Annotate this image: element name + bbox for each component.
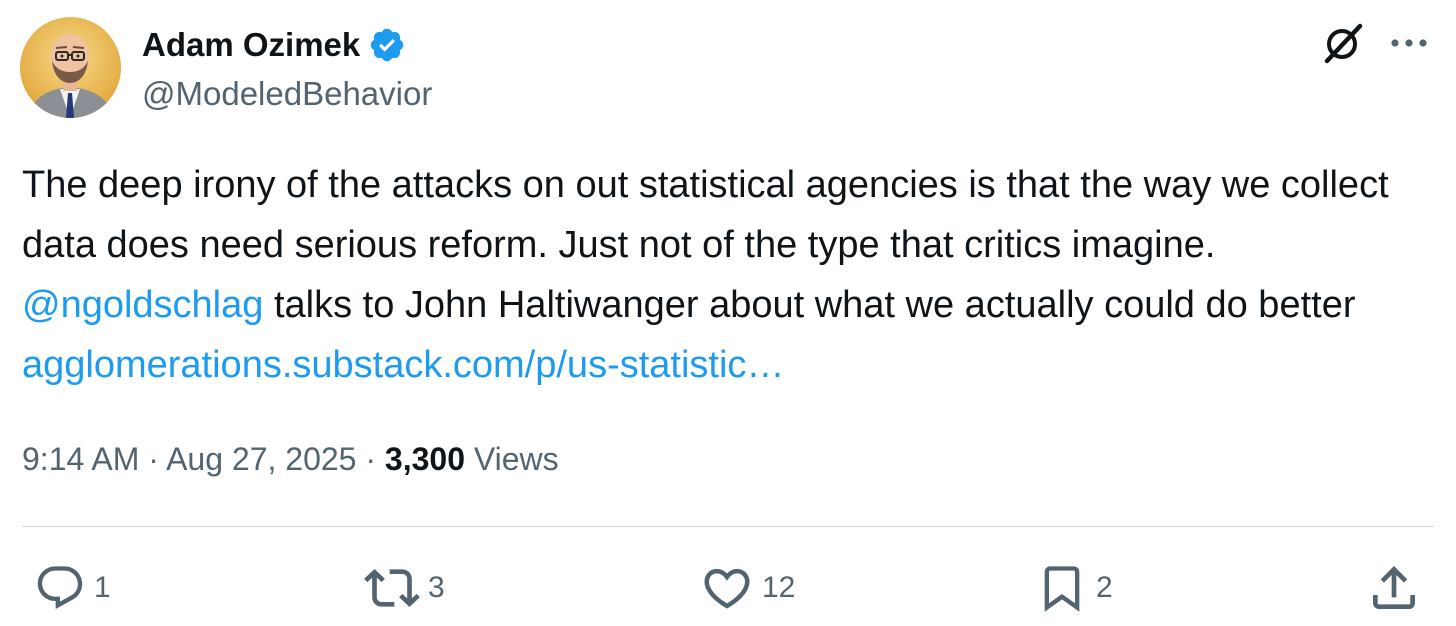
tweet-text-part1: The deep irony of the attacks on out sta… — [22, 164, 1389, 266]
tweet-card: Adam Ozimek @ModeledBehavior The deep ir… — [0, 0, 1456, 626]
bookmark-button[interactable]: 2 — [1036, 556, 1113, 620]
article-link[interactable]: agglomerations.substack.com/p/us-statist… — [22, 344, 784, 386]
author-display-name[interactable]: Adam Ozimek — [142, 20, 360, 70]
tweet-text-part2: talks to John Haltiwanger about what we … — [263, 284, 1356, 326]
reply-count: 1 — [94, 571, 111, 604]
tweet-text: The deep irony of the attacks on out sta… — [22, 155, 1437, 395]
divider — [22, 526, 1434, 527]
mention-link[interactable]: @ngoldschlag — [22, 284, 263, 326]
retweet-count: 3 — [428, 571, 445, 604]
views-count: 3,300 — [384, 441, 465, 477]
tweet-time[interactable]: 9:14 AM — [22, 441, 139, 477]
author-name-row: Adam Ozimek — [142, 20, 406, 70]
action-bar: 1 3 12 2 — [0, 556, 1456, 620]
like-count: 12 — [762, 571, 796, 604]
tweet-date[interactable]: Aug 27, 2025 — [166, 441, 356, 477]
tweet-meta: 9:14 AM · Aug 27, 2025 · 3,300 Views — [22, 433, 559, 485]
author-handle[interactable]: @ModeledBehavior — [142, 70, 432, 118]
grok-icon[interactable] — [1318, 18, 1368, 68]
retweet-icon — [364, 569, 420, 607]
bookmark-icon — [1044, 566, 1080, 612]
like-button[interactable]: 12 — [700, 556, 795, 620]
heart-icon — [704, 568, 750, 609]
views-label: Views — [464, 441, 559, 477]
retweet-button[interactable]: 3 — [364, 556, 445, 620]
share-icon — [1373, 566, 1415, 609]
share-button[interactable] — [1366, 556, 1422, 620]
meta-separator: · — [356, 441, 385, 477]
avatar[interactable] — [20, 17, 121, 118]
bookmark-count: 2 — [1096, 571, 1113, 604]
reply-icon — [37, 566, 83, 610]
meta-separator: · — [139, 441, 167, 477]
reply-button[interactable]: 1 — [34, 556, 111, 620]
verified-badge-icon[interactable] — [368, 26, 406, 64]
more-icon[interactable] — [1384, 18, 1434, 68]
